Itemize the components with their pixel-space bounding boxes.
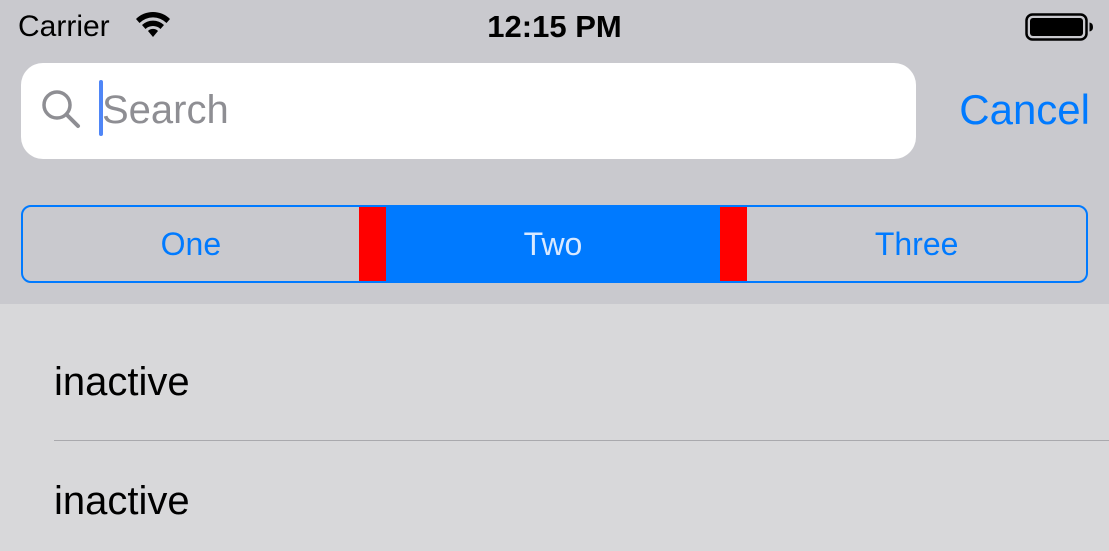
segment-divider-left — [358, 207, 386, 281]
search-icon — [42, 90, 80, 128]
segment-three-label: Three — [874, 225, 959, 262]
app-screen: Carrier 12:15 PM Cancel One — [0, 0, 1109, 551]
segment-one[interactable]: One — [23, 207, 359, 281]
search-header: Carrier 12:15 PM Cancel One — [0, 0, 1109, 304]
list-item[interactable]: inactive — [0, 304, 1109, 440]
segmented-control: One Two Three — [21, 205, 1088, 283]
status-bar: Carrier 12:15 PM — [0, 0, 1109, 56]
segment-three[interactable]: Three — [747, 207, 1086, 281]
list-item-label: inactive — [54, 479, 190, 523]
results-list: inactive inactive — [0, 304, 1109, 551]
list-item[interactable]: inactive — [0, 441, 1109, 551]
battery-icon — [1025, 13, 1093, 41]
segment-one-label: One — [160, 225, 222, 262]
cancel-button[interactable]: Cancel — [940, 84, 1090, 136]
status-time: 12:15 PM — [487, 9, 622, 44]
text-cursor — [99, 80, 103, 136]
segment-two[interactable]: Two — [358, 207, 748, 281]
list-item-label: inactive — [54, 360, 190, 404]
search-input[interactable] — [102, 78, 892, 142]
segment-two-label: Two — [523, 225, 583, 262]
segment-divider-right — [720, 207, 748, 281]
